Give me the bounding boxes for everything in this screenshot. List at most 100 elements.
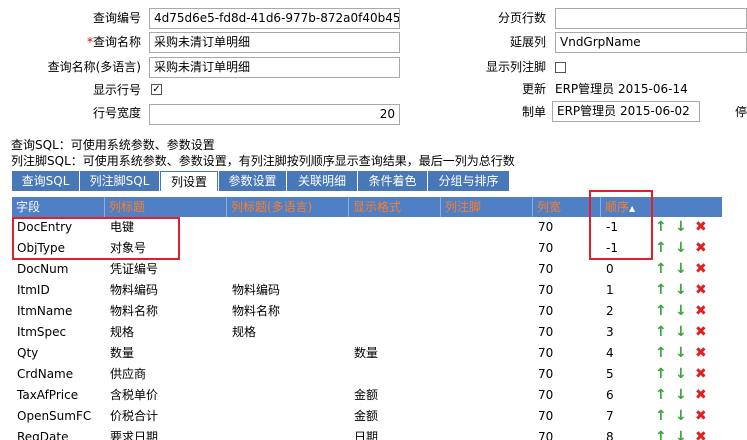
cell-width[interactable]: 70 [533, 427, 601, 440]
cell-field[interactable]: ReqDate [12, 427, 105, 440]
cell-order[interactable]: 2 [601, 301, 651, 322]
table-row[interactable]: TaxAfPrice 含税单价 金额 70 6 ↑ ↓ ✖ [12, 385, 722, 406]
move-up-icon[interactable]: ↑ [655, 406, 667, 427]
cell-order[interactable]: 1 [601, 280, 651, 301]
cell-order[interactable]: 6 [601, 385, 651, 406]
delete-icon[interactable]: ✖ [695, 301, 707, 322]
cell-order[interactable]: 4 [601, 343, 651, 364]
tab-query-sql[interactable]: 查询SQL [12, 171, 80, 191]
move-up-icon[interactable]: ↑ [655, 427, 667, 440]
move-down-icon[interactable]: ↓ [675, 280, 687, 301]
cell-width[interactable]: 70 [533, 322, 601, 343]
cell-width[interactable]: 70 [533, 343, 601, 364]
row-no-width-field[interactable]: 20 [149, 104, 400, 125]
extend-col-field[interactable]: VndGrpName [555, 32, 747, 53]
delete-icon[interactable]: ✖ [695, 217, 707, 238]
tab-param-settings[interactable]: 参数设置 [219, 171, 287, 191]
header-title[interactable]: 列标题 [105, 197, 227, 217]
cell-title-ml[interactable] [227, 343, 349, 364]
table-row[interactable]: ReqDate 要求日期 日期 70 8 ↑ ↓ ✖ [12, 427, 722, 440]
cell-title[interactable]: 供应商 [105, 364, 227, 385]
move-down-icon[interactable]: ↓ [675, 385, 687, 406]
cell-order[interactable]: 0 [601, 259, 651, 280]
cell-footer[interactable] [441, 343, 533, 364]
tab-group-sort[interactable]: 分组与排序 [428, 171, 510, 191]
move-up-icon[interactable]: ↑ [655, 259, 667, 280]
header-field[interactable]: 字段 [12, 197, 105, 217]
tab-related-detail[interactable]: 关联明细 [287, 171, 358, 191]
move-up-icon[interactable]: ↑ [655, 343, 667, 364]
cell-format[interactable]: 金额 [349, 406, 441, 427]
show-row-no-checkbox[interactable]: ✓ [151, 84, 162, 95]
cell-title[interactable]: 凭证编号 [105, 259, 227, 280]
page-rows-field[interactable] [555, 8, 747, 29]
cell-footer[interactable] [441, 238, 533, 259]
cell-order[interactable]: 3 [601, 322, 651, 343]
cell-title[interactable]: 物料名称 [105, 301, 227, 322]
cell-title-ml[interactable] [227, 217, 349, 238]
delete-icon[interactable]: ✖ [695, 280, 707, 301]
cell-title[interactable]: 数量 [105, 343, 227, 364]
tab-footer-sql[interactable]: 列注脚SQL [80, 171, 160, 191]
cell-footer[interactable] [441, 301, 533, 322]
cell-title-ml[interactable] [227, 385, 349, 406]
cell-format[interactable] [349, 301, 441, 322]
query-no-field[interactable]: 4d75d6e5-fd8d-41d6-977b-872a0f40b45e [149, 8, 400, 29]
move-down-icon[interactable]: ↓ [675, 322, 687, 343]
cell-width[interactable]: 70 [533, 259, 601, 280]
cell-title[interactable]: 含税单价 [105, 385, 227, 406]
query-name-ml-field[interactable]: 采购未清订单明细 [149, 57, 400, 78]
cell-field[interactable]: DocNum [12, 259, 105, 280]
move-up-icon[interactable]: ↑ [655, 364, 667, 385]
tab-conditional-color[interactable]: 条件着色 [358, 171, 428, 191]
cell-footer[interactable] [441, 406, 533, 427]
delete-icon[interactable]: ✖ [695, 406, 707, 427]
move-down-icon[interactable]: ↓ [675, 238, 687, 259]
cell-field[interactable]: ItmSpec [12, 322, 105, 343]
move-up-icon[interactable]: ↑ [655, 322, 667, 343]
move-down-icon[interactable]: ↓ [675, 427, 687, 440]
move-down-icon[interactable]: ↓ [675, 343, 687, 364]
cell-field[interactable]: OpenSumFC [12, 406, 105, 427]
cell-title-ml[interactable] [227, 406, 349, 427]
cell-title-ml[interactable] [227, 238, 349, 259]
cell-width[interactable]: 70 [533, 406, 601, 427]
cell-format[interactable] [349, 364, 441, 385]
delete-icon[interactable]: ✖ [695, 427, 707, 440]
delete-icon[interactable]: ✖ [695, 364, 707, 385]
cell-format[interactable]: 日期 [349, 427, 441, 440]
cell-order[interactable]: 8 [601, 427, 651, 440]
cell-footer[interactable] [441, 259, 533, 280]
query-name-field[interactable]: 采购未清订单明细 [149, 32, 400, 53]
cell-footer[interactable] [441, 280, 533, 301]
cell-format[interactable] [349, 280, 441, 301]
delete-icon[interactable]: ✖ [695, 322, 707, 343]
cell-width[interactable]: 70 [533, 385, 601, 406]
move-down-icon[interactable]: ↓ [675, 406, 687, 427]
delete-icon[interactable]: ✖ [695, 259, 707, 280]
cell-title[interactable]: 价税合计 [105, 406, 227, 427]
cell-field[interactable]: Qty [12, 343, 105, 364]
move-up-icon[interactable]: ↑ [655, 217, 667, 238]
cell-width[interactable]: 70 [533, 364, 601, 385]
move-down-icon[interactable]: ↓ [675, 259, 687, 280]
move-down-icon[interactable]: ↓ [675, 364, 687, 385]
cell-footer[interactable] [441, 385, 533, 406]
header-title-ml[interactable]: 列标题(多语言) [227, 197, 349, 217]
table-row[interactable]: DocNum 凭证编号 70 0 ↑ ↓ ✖ [12, 259, 722, 280]
cell-footer[interactable] [441, 217, 533, 238]
table-row[interactable]: CrdName 供应商 70 5 ↑ ↓ ✖ [12, 364, 722, 385]
cell-field[interactable]: TaxAfPrice [12, 385, 105, 406]
cell-title-ml[interactable]: 物料名称 [227, 301, 349, 322]
cell-title-ml[interactable]: 规格 [227, 322, 349, 343]
delete-icon[interactable]: ✖ [695, 343, 707, 364]
cell-order[interactable]: 5 [601, 364, 651, 385]
move-up-icon[interactable]: ↑ [655, 301, 667, 322]
cell-format[interactable] [349, 259, 441, 280]
cell-format[interactable] [349, 238, 441, 259]
cell-footer[interactable] [441, 322, 533, 343]
header-format[interactable]: 显示格式 [349, 197, 441, 217]
cell-title[interactable]: 物料编码 [105, 280, 227, 301]
table-row[interactable]: ItmID 物料编码 物料编码 70 1 ↑ ↓ ✖ [12, 280, 722, 301]
cell-format[interactable] [349, 322, 441, 343]
